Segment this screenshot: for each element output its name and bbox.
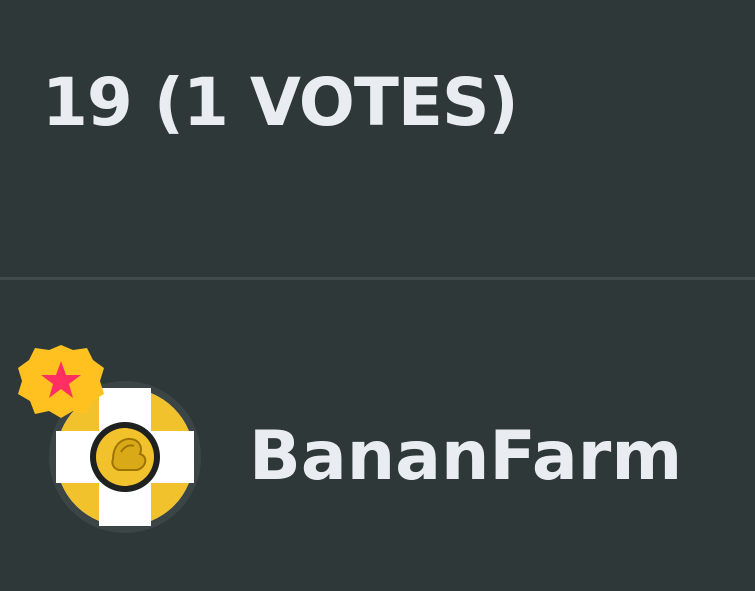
user-avatar-icon — [18, 345, 201, 533]
vote-card: 19 (1 VOTES) BananFarm — [0, 0, 755, 591]
section-divider — [0, 277, 755, 280]
username[interactable]: BananFarm — [249, 423, 682, 491]
avatar[interactable] — [18, 340, 208, 540]
user-row[interactable]: BananFarm — [0, 340, 755, 540]
vote-count-text: 19 (1 VOTES) — [42, 64, 519, 141]
